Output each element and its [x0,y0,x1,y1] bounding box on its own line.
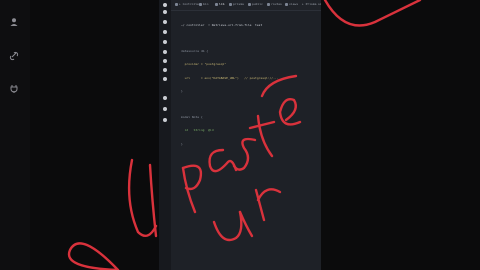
editor-content[interactable]: ~/ controller ∙ Retrieve-url-from-file t… [181,14,315,155]
folder-icon [267,3,270,6]
activity-item[interactable] [163,77,167,81]
activity-item[interactable] [163,20,167,24]
user-icon[interactable] [8,17,20,29]
terminal-line: ~/ controller ∙ Retrieve-url-from-file t… [181,22,263,27]
activity-item[interactable] [163,3,167,7]
tab-public[interactable]: public [252,2,263,7]
u-stroke [127,158,158,238]
code-line: model Note { [181,115,203,120]
activity-item[interactable] [163,118,167,122]
tab-bin[interactable]: bin [203,2,208,7]
tab-views[interactable]: views [289,2,298,7]
tab-bar: ▸ Controller bin lib prisma public route… [171,0,321,11]
code-line: url = env("DATABASE_URL") // postgresql:… [181,75,279,80]
arc-stroke [323,0,422,27]
code-line: id String @id [181,128,214,133]
code-line: } [181,141,183,146]
code-line: provider = "postgresql" [181,62,227,67]
folder-icon [248,3,251,6]
tab-controller[interactable]: ▸ Controller [179,2,201,7]
folder-icon [199,3,202,6]
circle-stroke [67,242,120,270]
tab-sql[interactable]: sql [318,2,321,7]
activity-bar [159,0,171,270]
code-line: datasource db { [181,49,209,54]
activity-item[interactable] [163,107,167,111]
tab-prisma-root[interactable]: ▸ Prisma [302,2,316,7]
tab-prisma[interactable]: prisma [233,2,244,7]
folder-icon [285,3,288,6]
activity-item[interactable] [163,50,167,54]
activity-item[interactable] [163,30,167,34]
folder-icon [229,3,232,6]
left-rail [0,0,30,270]
tab-routes[interactable]: routes [271,2,282,7]
folder-icon [215,3,218,6]
code-line: } [181,88,183,93]
activity-item[interactable] [163,10,167,14]
link-icon[interactable] [8,51,20,63]
activity-item[interactable] [163,68,167,72]
tab-lib[interactable]: lib [219,2,224,7]
activity-item[interactable] [163,96,167,100]
plug-icon[interactable] [8,83,20,95]
editor-window: ▸ Controller bin lib prisma public route… [159,0,321,270]
activity-item[interactable] [163,40,167,44]
activity-item[interactable] [163,59,167,63]
folder-icon [175,3,178,6]
u-stroke [148,163,158,238]
